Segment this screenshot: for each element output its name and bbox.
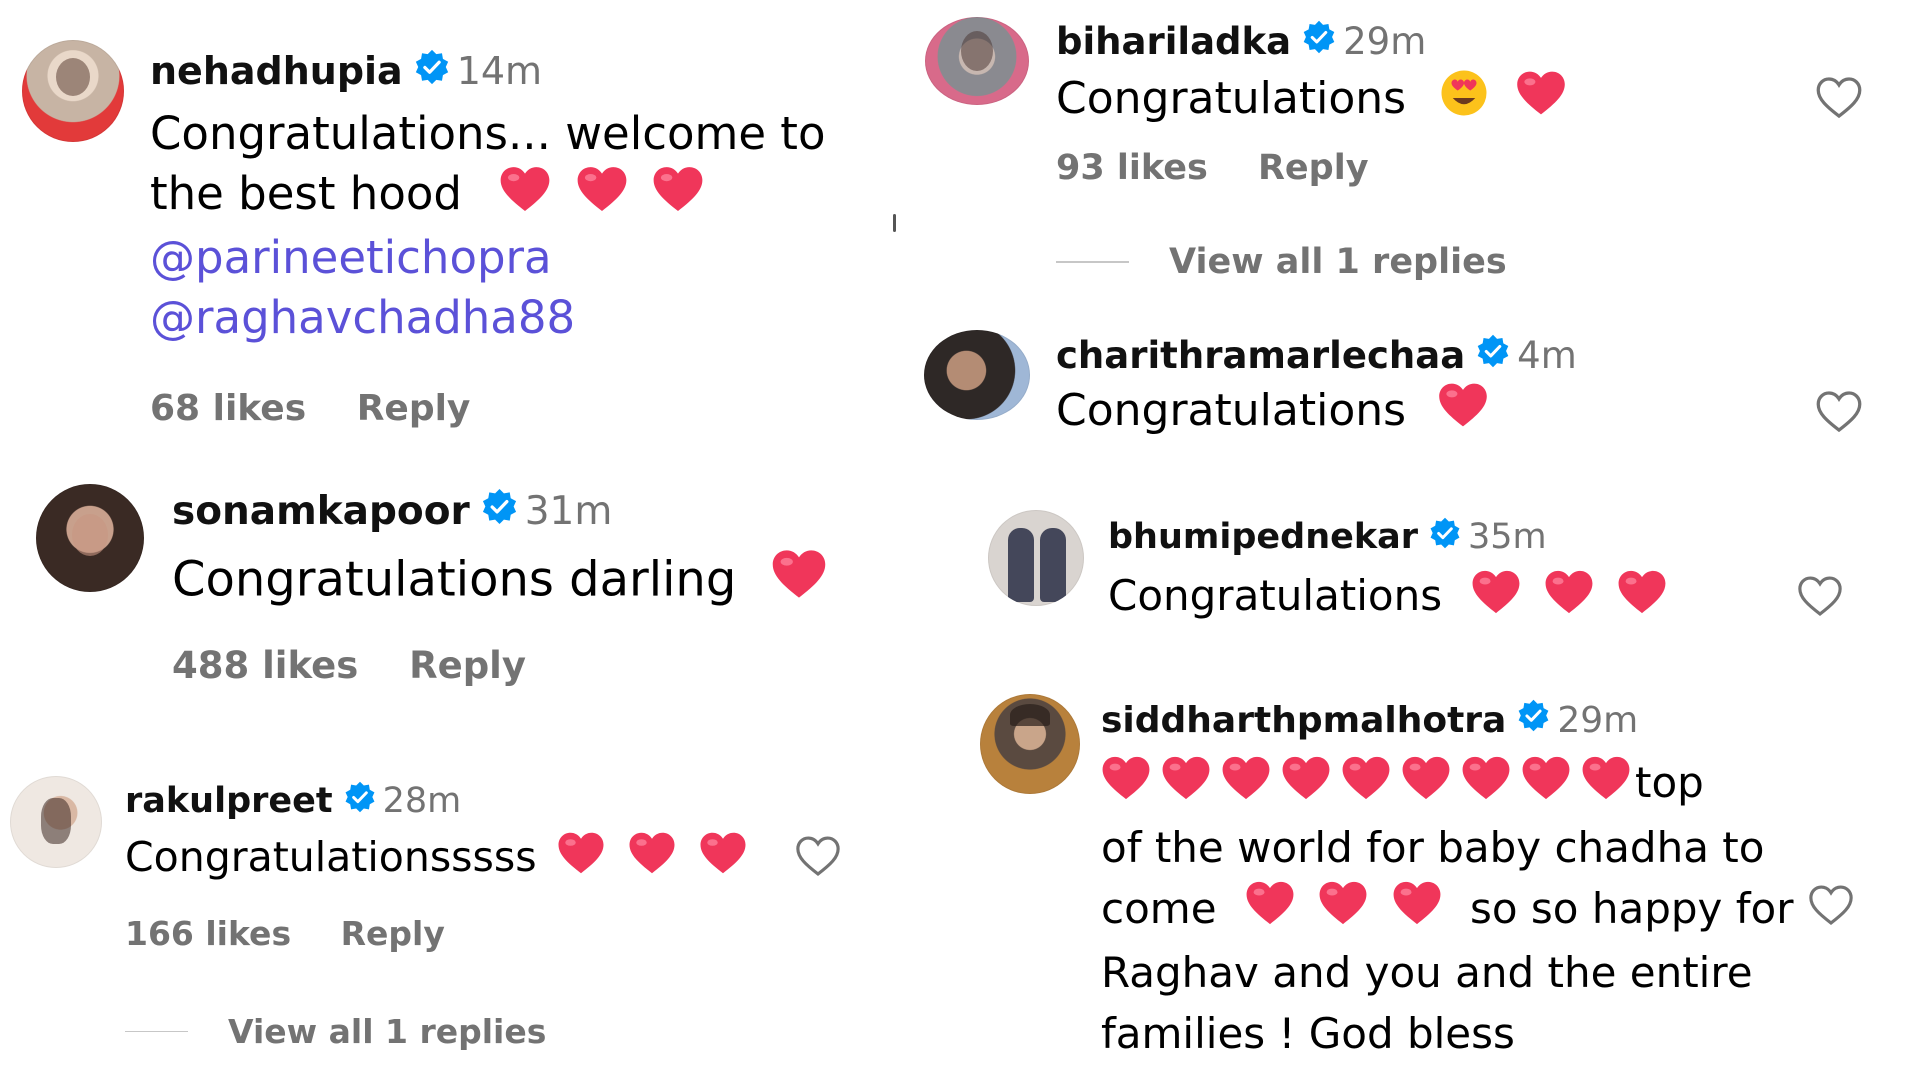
comment-text-line: top	[1635, 758, 1704, 807]
username[interactable]: charithramarlechaa	[1056, 334, 1465, 377]
view-replies-button[interactable]: View all 1 replies	[125, 1012, 546, 1051]
reply-button[interactable]: Reply	[341, 914, 445, 953]
likes-count[interactable]: 488 likes	[172, 644, 358, 687]
red-heart-emoji	[576, 165, 628, 228]
avatar[interactable]	[924, 330, 1030, 420]
view-replies-label: View all 1 replies	[1169, 242, 1507, 282]
replies-line	[125, 1030, 188, 1033]
red-heart-emoji	[1341, 755, 1391, 817]
comment-text: Congratulationsssss	[125, 833, 537, 881]
comment-time: 31m	[524, 488, 613, 534]
red-heart-emoji	[1221, 755, 1271, 817]
red-heart-emoji	[1471, 569, 1521, 629]
comment-time: 4m	[1517, 333, 1577, 377]
like-button[interactable]	[1815, 390, 1863, 437]
reply-button[interactable]: Reply	[1258, 148, 1369, 188]
verified-badge-icon	[1301, 19, 1337, 64]
reply-button[interactable]: Reply	[357, 388, 471, 429]
red-heart-emoji	[1461, 755, 1511, 817]
column-divider	[893, 214, 896, 232]
red-heart-emoji	[1581, 755, 1631, 817]
red-heart-emoji	[1544, 569, 1594, 629]
username[interactable]: nehadhupia	[150, 49, 403, 93]
verified-badge-icon	[1516, 698, 1551, 742]
likes-count[interactable]: 166 likes	[125, 914, 291, 953]
red-heart-emoji	[699, 831, 747, 889]
likes-count[interactable]: 68 likes	[150, 388, 306, 429]
comment-text: Congratulations	[1056, 385, 1407, 436]
avatar[interactable]	[925, 17, 1029, 105]
comment-time: 28m	[382, 781, 462, 821]
red-heart-emoji	[1521, 755, 1571, 817]
view-replies-label: View all 1 replies	[228, 1012, 547, 1051]
mention-link[interactable]: @parineetichopra	[150, 228, 850, 288]
comment-text: Congratulations	[1108, 571, 1443, 620]
avatar[interactable]	[988, 510, 1084, 606]
comment-text-line: Raghav and you and the entire	[1101, 948, 1753, 997]
red-heart-emoji	[1101, 755, 1151, 817]
red-heart-emoji	[1515, 70, 1567, 132]
heart-outline-icon	[1797, 576, 1843, 621]
verified-badge-icon	[1475, 333, 1511, 378]
red-heart-emoji	[652, 165, 704, 228]
red-heart-emoji	[771, 548, 827, 617]
heart-outline-icon	[1815, 77, 1863, 123]
red-heart-emoji	[1245, 880, 1295, 942]
username[interactable]: bihariladka	[1056, 20, 1291, 63]
heart-eyes-emoji	[1437, 68, 1491, 134]
heart-outline-icon	[1815, 391, 1863, 437]
username[interactable]: siddharthpmalhotra	[1101, 700, 1506, 741]
comment-text: Congratulations	[1056, 72, 1407, 124]
username[interactable]: bhumipednekar	[1108, 517, 1418, 557]
comment-text: Congratulations darling	[172, 551, 737, 608]
avatar[interactable]	[36, 484, 144, 592]
avatar[interactable]	[22, 40, 124, 142]
comment-text-line: so so happy for	[1469, 883, 1794, 933]
comment-time: 35m	[1468, 517, 1547, 557]
red-heart-emoji	[1617, 569, 1667, 629]
replies-line	[1056, 261, 1129, 263]
comment-time: 29m	[1557, 699, 1639, 741]
comment-text-line: the best hood	[150, 166, 462, 220]
like-button[interactable]	[1797, 575, 1843, 621]
red-heart-emoji	[1281, 755, 1331, 817]
like-button[interactable]	[1808, 884, 1854, 930]
comment-text-line: families ! God bless	[1101, 1009, 1515, 1058]
red-heart-emoji	[1401, 755, 1451, 817]
comment-text-line: come	[1101, 883, 1217, 933]
comment-text-line: Congratulations... welcome to	[150, 107, 826, 160]
likes-count[interactable]: 93 likes	[1056, 148, 1208, 188]
like-button[interactable]	[1815, 76, 1863, 123]
comment-text-line: of the world for baby chadha to	[1101, 822, 1765, 872]
username[interactable]: sonamkapoor	[172, 489, 470, 534]
verified-badge-icon	[413, 48, 451, 95]
red-heart-emoji	[1437, 382, 1489, 444]
avatar[interactable]	[980, 694, 1080, 794]
comment-time: 14m	[456, 49, 543, 93]
verified-badge-icon	[1428, 516, 1462, 559]
red-heart-emoji	[1161, 755, 1211, 817]
red-heart-emoji	[628, 831, 676, 889]
mention-link[interactable]: @raghavchadha88	[150, 288, 850, 348]
red-heart-emoji	[1392, 880, 1442, 942]
username[interactable]: rakulpreet	[125, 781, 333, 821]
avatar[interactable]	[10, 776, 102, 868]
comment-time: 29m	[1343, 19, 1427, 63]
view-replies-button[interactable]: View all 1 replies	[1056, 242, 1507, 282]
reply-button[interactable]: Reply	[409, 644, 526, 687]
heart-outline-icon	[1808, 885, 1854, 930]
red-heart-emoji	[499, 165, 551, 228]
heart-outline-icon	[795, 836, 841, 881]
red-heart-emoji	[557, 831, 605, 889]
verified-badge-icon	[480, 487, 519, 536]
red-heart-emoji	[1318, 880, 1368, 942]
verified-badge-icon	[343, 780, 377, 823]
like-button[interactable]	[795, 835, 841, 881]
